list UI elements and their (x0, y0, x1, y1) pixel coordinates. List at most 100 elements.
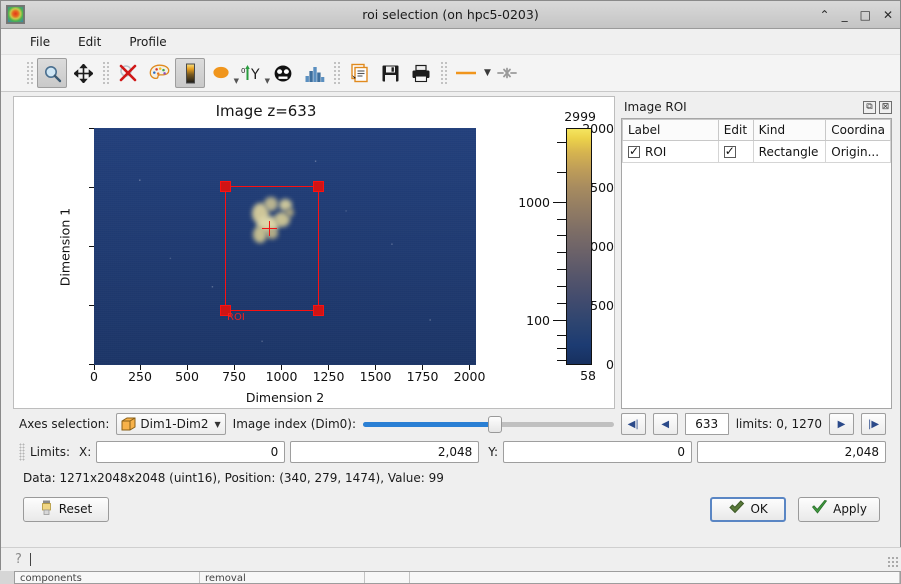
first-image-button[interactable]: ◀| (620, 413, 646, 435)
copy-tool-button[interactable] (344, 58, 374, 88)
x-tick-250: 250 (128, 369, 152, 384)
dialog-body: Image z=633 2000 1500 1000 500 0 Dimensi… (1, 92, 900, 569)
colorbar[interactable]: 2999 58 1000 100 (518, 109, 600, 388)
roi-panel-title: Image ROI (624, 100, 687, 114)
roi-handle-top-left[interactable] (220, 181, 231, 192)
roi-label: ROI (227, 312, 245, 323)
close-icon[interactable]: ✕ (883, 9, 893, 21)
cell-label[interactable]: ROI (622, 140, 719, 163)
maximize-icon[interactable]: □ (860, 9, 871, 21)
cell-edit[interactable] (717, 140, 754, 163)
limits-control-row: Limits: X: 0 2,048 Y: 0 2,048 (1, 437, 900, 465)
slider-handle[interactable] (488, 416, 503, 433)
histogram-tool-button[interactable] (299, 58, 329, 88)
menu-item-edit[interactable]: Edit (75, 33, 104, 51)
background-window[interactable]: components removal (14, 571, 901, 584)
image-plot[interactable]: Image z=633 2000 1500 1000 500 0 Dimensi… (13, 96, 615, 409)
x-tick-750: 750 (222, 369, 246, 384)
x-tick-1250: 1250 (312, 369, 345, 384)
menu-item-file[interactable]: File (27, 33, 53, 51)
window-controls: ⌃ _ □ ✕ (820, 9, 893, 21)
roi-visible-checkbox[interactable] (628, 144, 640, 158)
colorbar-tool-button[interactable] (175, 58, 205, 88)
menu-item-profile[interactable]: Profile (126, 33, 169, 51)
mask-tool-button[interactable] (268, 58, 298, 88)
reset-button[interactable]: Reset (23, 496, 109, 522)
axis-scale-tool-button[interactable]: 0Y ▼ (237, 58, 270, 88)
window-title: roi selection (on hpc5-0203) (362, 7, 539, 22)
roi-handle-top-right[interactable] (313, 181, 324, 192)
y-max-field[interactable]: 2,048 (697, 440, 887, 463)
line-style-tool-button[interactable] (451, 58, 481, 88)
svg-text:Y: Y (250, 67, 260, 83)
save-tool-button[interactable] (375, 58, 405, 88)
column-header-kind[interactable]: Kind (752, 119, 827, 141)
bg-cell-3 (365, 572, 410, 583)
x-tick-1750: 1750 (406, 369, 439, 384)
axes-selection-dropdown[interactable]: Dim1-Dim2 ▼ (116, 413, 226, 435)
checkmark-icon (811, 499, 828, 518)
last-image-button[interactable]: |▶ (861, 413, 886, 435)
print-tool-button[interactable] (406, 58, 436, 88)
roi-panel: Image ROI ⧉ ⊠ Label Edit Kind Coordina ✓… (621, 96, 896, 409)
zoom-tool-button[interactable] (37, 58, 67, 88)
roi-edit-checkbox[interactable] (723, 144, 736, 158)
data-status-text: Data: 1271x2048x2048 (uint16), Position:… (23, 471, 444, 485)
column-header-label[interactable]: Label (622, 119, 719, 141)
x-min-field[interactable]: 0 (96, 440, 286, 463)
x-max-field[interactable]: 2,048 (290, 440, 480, 463)
marker-style-tool-button[interactable] (492, 58, 522, 88)
table-row[interactable]: ROI Rectangle Origin... (622, 140, 891, 163)
help-icon[interactable]: ? (15, 552, 22, 567)
roi-shape-tool-button[interactable]: ▼ (206, 58, 239, 88)
status-caret (29, 553, 31, 566)
resize-grip[interactable] (887, 556, 899, 568)
y-min-field[interactable]: 0 (503, 440, 693, 463)
toolbar-separator-2 (333, 61, 340, 85)
column-header-edit[interactable]: Edit (717, 119, 754, 141)
close-panel-icon[interactable]: ⊠ (879, 100, 892, 114)
chevron-down-icon[interactable]: ▼ (484, 68, 491, 78)
roi-rectangle[interactable] (220, 181, 324, 316)
apply-button-label: Apply (833, 502, 867, 516)
image-index-field[interactable]: 633 (684, 413, 729, 435)
roi-handle-bottom-right[interactable] (313, 305, 324, 316)
bg-cell-4 (410, 572, 900, 583)
shade-icon[interactable]: ⌃ (820, 9, 830, 21)
previous-image-button[interactable]: ◀ (652, 413, 678, 435)
minimize-icon[interactable]: _ (842, 9, 848, 21)
index-limits-text: limits: 0, 1270 (735, 417, 822, 431)
palette-tool-button[interactable] (144, 58, 174, 88)
reset-zoom-tool-button[interactable] (113, 58, 143, 88)
ok-button[interactable]: OK (710, 496, 787, 522)
roi-table-container[interactable]: Label Edit Kind Coordina ROI (621, 118, 892, 409)
column-header-coordinates[interactable]: Coordina (825, 119, 891, 141)
y-axis-label: Dimension 1 (57, 207, 73, 287)
next-image-button[interactable]: ▶ (829, 413, 854, 435)
toolbar-separator-1 (102, 61, 109, 85)
image-canvas[interactable]: ROI (94, 128, 476, 365)
limits-label: Limits: (30, 444, 71, 459)
toolbar-grip-1 (26, 61, 33, 85)
svg-text:0: 0 (241, 67, 245, 75)
button-row: Reset OK Apply (1, 491, 900, 527)
menu-bar: File Edit Profile (1, 29, 900, 54)
main-window: roi selection (on hpc5-0203) ⌃ _ □ ✕ Fil… (0, 0, 901, 571)
x-tick-0: 0 (90, 369, 98, 384)
chevron-down-icon[interactable]: ▼ (215, 420, 221, 429)
pan-tool-button[interactable] (68, 58, 98, 88)
axes-control-row: Axes selection: Dim1-Dim2 ▼ Image index … (1, 409, 900, 437)
cell-coordinates[interactable]: Origin... (825, 140, 891, 163)
colorbar-tick-100: 100 (526, 313, 550, 328)
apply-button[interactable]: Apply (798, 496, 880, 522)
undock-icon[interactable]: ⧉ (863, 100, 876, 114)
status-bar: ? (1, 547, 901, 571)
upper-area: Image z=633 2000 1500 1000 500 0 Dimensi… (1, 92, 900, 409)
image-index-label: Image index (Dim0): (232, 417, 357, 431)
cell-kind[interactable]: Rectangle (752, 140, 827, 163)
plot-title: Image z=633 (215, 102, 317, 120)
limits-row-grip (19, 442, 25, 461)
image-index-slider[interactable] (363, 413, 614, 435)
x-tick-2000: 2000 (453, 369, 486, 384)
tool-bar: ▼ 0Y ▼ ▼ (1, 54, 900, 92)
